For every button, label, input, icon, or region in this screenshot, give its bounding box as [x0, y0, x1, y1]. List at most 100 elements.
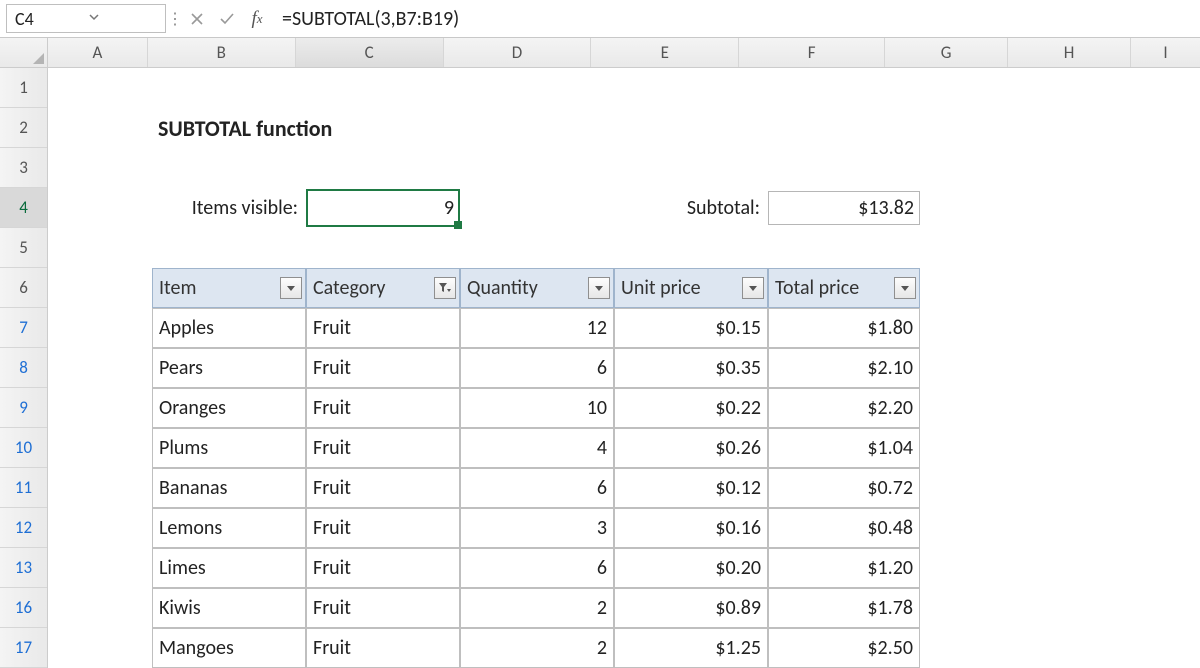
cell-unit-price[interactable]: $0.89 — [614, 588, 768, 628]
cell-unit-price[interactable]: $0.26 — [614, 428, 768, 468]
cell-total-price[interactable]: $1.80 — [768, 308, 920, 348]
cell-item[interactable]: Lemons — [152, 508, 306, 548]
row-header-17[interactable]: 17 — [0, 628, 47, 668]
cell-category[interactable]: Fruit — [306, 548, 460, 588]
cell-quantity[interactable]: 6 — [460, 468, 614, 508]
filter-dropdown-icon[interactable] — [588, 277, 610, 299]
cell-category[interactable]: Fruit — [306, 308, 460, 348]
col-header-H[interactable]: H — [1008, 38, 1131, 67]
row-header-4[interactable]: 4 — [0, 188, 47, 228]
cell-quantity[interactable]: 2 — [460, 588, 614, 628]
cells-area[interactable]: SUBTOTAL function Items visible: 9 Subto… — [48, 68, 1200, 668]
table-row: LimesFruit6$0.20$1.20 — [48, 548, 1200, 588]
cell-quantity[interactable]: 4 — [460, 428, 614, 468]
col-header-I[interactable]: I — [1131, 38, 1200, 67]
table-row: PearsFruit6$0.35$2.10 — [48, 348, 1200, 388]
row-header-16[interactable]: 16 — [0, 588, 47, 628]
cell-category[interactable]: Fruit — [306, 428, 460, 468]
table-row: PlumsFruit4$0.26$1.04 — [48, 428, 1200, 468]
row-header-13[interactable]: 13 — [0, 548, 47, 588]
cell-total-price[interactable]: $0.48 — [768, 508, 920, 548]
cancel-formula-button[interactable] — [182, 0, 212, 37]
row-header-3[interactable]: 3 — [0, 148, 47, 188]
cell-item[interactable]: Apples — [152, 308, 306, 348]
table-header-category[interactable]: Category — [306, 268, 460, 308]
cell-item[interactable]: Pears — [152, 348, 306, 388]
cell-total-price[interactable]: $0.72 — [768, 468, 920, 508]
active-filter-icon[interactable] — [434, 277, 456, 299]
cell-unit-price[interactable]: $0.20 — [614, 548, 768, 588]
cell-total-price[interactable]: $2.50 — [768, 628, 920, 668]
col-header-D[interactable]: D — [444, 38, 592, 67]
row-header-2[interactable]: 2 — [0, 108, 47, 148]
row-header-1[interactable]: 1 — [0, 68, 47, 108]
row-header-5[interactable]: 5 — [0, 228, 47, 268]
separator-icon: ⋮ — [168, 0, 182, 37]
row-header-9[interactable]: 9 — [0, 388, 47, 428]
cell-total-price[interactable]: $2.10 — [768, 348, 920, 388]
cell-category[interactable]: Fruit — [306, 388, 460, 428]
table-header-quantity[interactable]: Quantity — [460, 268, 614, 308]
cell-quantity[interactable]: 12 — [460, 308, 614, 348]
table-row: ApplesFruit12$0.15$1.80 — [48, 308, 1200, 348]
table-header-item[interactable]: Item — [152, 268, 306, 308]
filter-dropdown-icon[interactable] — [742, 277, 764, 299]
cell-quantity[interactable]: 3 — [460, 508, 614, 548]
items-visible-label: Items visible: — [152, 188, 306, 228]
row-header-8[interactable]: 8 — [0, 348, 47, 388]
formula-input[interactable]: =SUBTOTAL(3,B7:B19) — [272, 0, 1200, 37]
cell-category[interactable]: Fruit — [306, 468, 460, 508]
col-header-C[interactable]: C — [296, 38, 444, 67]
cell-total-price[interactable]: $2.20 — [768, 388, 920, 428]
row-header-11[interactable]: 11 — [0, 468, 47, 508]
cell-quantity[interactable]: 2 — [460, 628, 614, 668]
cell-category[interactable]: Fruit — [306, 588, 460, 628]
row-headers: 1 2 3 4 5 6 7 8 9 10 11 12 13 16 17 — [0, 68, 48, 668]
cell-total-price[interactable]: $1.04 — [768, 428, 920, 468]
cell-item[interactable]: Bananas — [152, 468, 306, 508]
cell-quantity[interactable]: 6 — [460, 548, 614, 588]
row-header-12[interactable]: 12 — [0, 508, 47, 548]
cell-item[interactable]: Plums — [152, 428, 306, 468]
col-header-F[interactable]: F — [739, 38, 885, 67]
name-box[interactable]: C4 — [6, 4, 166, 33]
table-header-total-price[interactable]: Total price — [768, 268, 920, 308]
cell-quantity[interactable]: 10 — [460, 388, 614, 428]
row-header-7[interactable]: 7 — [0, 308, 47, 348]
cell-item[interactable]: Oranges — [152, 388, 306, 428]
select-all-corner[interactable] — [0, 38, 48, 68]
row-header-10[interactable]: 10 — [0, 428, 47, 468]
filter-dropdown-icon[interactable] — [280, 277, 302, 299]
table-row: KiwisFruit2$0.89$1.78 — [48, 588, 1200, 628]
cell-total-price[interactable]: $1.78 — [768, 588, 920, 628]
formula-bar: C4 ⋮ fx =SUBTOTAL(3,B7:B19) — [0, 0, 1200, 38]
col-header-B[interactable]: B — [148, 38, 296, 67]
cell-item[interactable]: Mangoes — [152, 628, 306, 668]
col-header-A[interactable]: A — [48, 38, 148, 67]
chevron-down-icon[interactable] — [88, 10, 161, 27]
cell-category[interactable]: Fruit — [306, 628, 460, 668]
cell-unit-price[interactable]: $0.12 — [614, 468, 768, 508]
cell-total-price[interactable]: $1.20 — [768, 548, 920, 588]
cell-unit-price[interactable]: $0.16 — [614, 508, 768, 548]
table-row: OrangesFruit10$0.22$2.20 — [48, 388, 1200, 428]
table-row: MangoesFruit2$1.25$2.50 — [48, 628, 1200, 668]
cell-unit-price[interactable]: $0.35 — [614, 348, 768, 388]
cell-unit-price[interactable]: $1.25 — [614, 628, 768, 668]
cell-item[interactable]: Kiwis — [152, 588, 306, 628]
insert-function-button[interactable]: fx — [242, 0, 272, 37]
filter-dropdown-icon[interactable] — [894, 277, 916, 299]
cell-category[interactable]: Fruit — [306, 348, 460, 388]
cell-quantity[interactable]: 6 — [460, 348, 614, 388]
name-box-value: C4 — [15, 8, 88, 30]
page-title: SUBTOTAL function — [152, 108, 306, 148]
cell-unit-price[interactable]: $0.22 — [614, 388, 768, 428]
table-header-unit-price[interactable]: Unit price — [614, 268, 768, 308]
cell-category[interactable]: Fruit — [306, 508, 460, 548]
col-header-E[interactable]: E — [591, 38, 739, 67]
row-header-6[interactable]: 6 — [0, 268, 47, 308]
col-header-G[interactable]: G — [885, 38, 1008, 67]
cell-unit-price[interactable]: $0.15 — [614, 308, 768, 348]
cell-item[interactable]: Limes — [152, 548, 306, 588]
accept-formula-button[interactable] — [212, 0, 242, 37]
